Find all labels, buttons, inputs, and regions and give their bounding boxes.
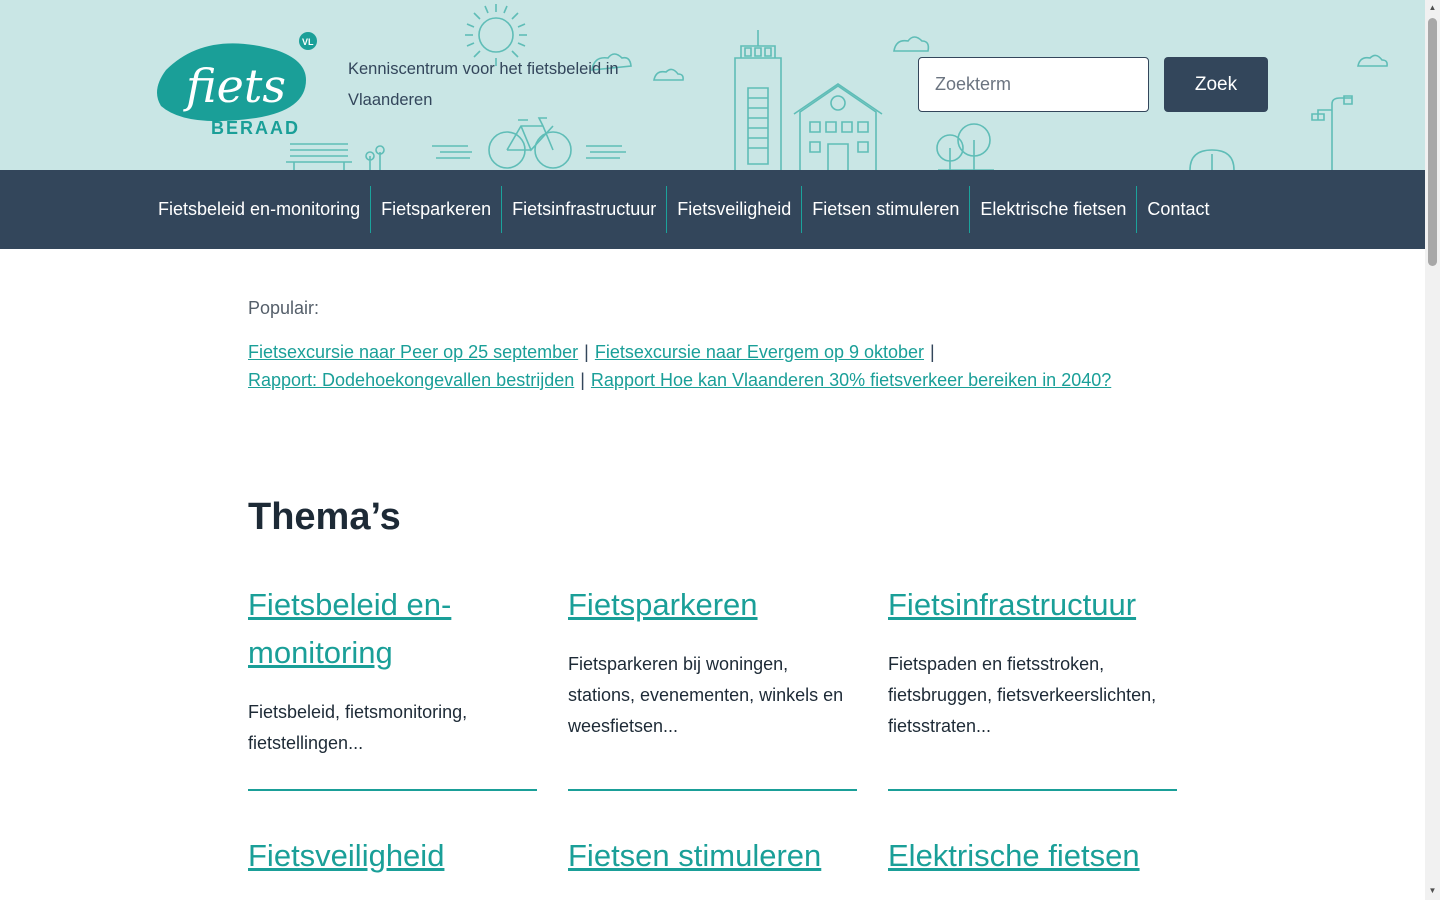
theme-card-title[interactable]: Fietsinfrastructuur — [888, 581, 1177, 629]
theme-card: Elektrische fietsen — [888, 832, 1177, 880]
theme-card-desc: Fietsparkeren bij woningen, stations, ev… — [568, 654, 844, 736]
theme-card: Fietsveiligheid — [248, 832, 537, 880]
divider — [248, 789, 537, 791]
svg-text:VL: VL — [302, 37, 314, 47]
page-scrollbar[interactable]: ▲ ▼ — [1425, 0, 1440, 900]
theme-card: Fietsbeleid en-monitoring Fietsbeleid, f… — [248, 581, 537, 759]
separator: | — [580, 370, 585, 390]
popular-link[interactable]: Fietsexcursie naar Evergem op 9 oktober — [595, 342, 924, 362]
popular-link[interactable]: Rapport Hoe kan Vlaanderen 30% fietsverk… — [591, 370, 1111, 390]
tree-icon — [936, 123, 994, 170]
fietsberaad-logo[interactable]: fiets BERAAD VL — [156, 30, 321, 140]
nav-item-fietsveiligheid[interactable]: Fietsveiligheid — [666, 186, 801, 233]
separator: | — [584, 342, 589, 362]
theme-card-title[interactable]: Fietsbeleid en-monitoring — [248, 581, 537, 677]
townhall-icon — [793, 83, 883, 170]
nav-item-fietsparkeren[interactable]: Fietsparkeren — [370, 186, 501, 233]
nav-item-elektrische-fietsen[interactable]: Elektrische fietsen — [969, 186, 1136, 233]
search-input[interactable] — [918, 57, 1149, 112]
popular-label: Populair: — [248, 298, 320, 318]
nav-item-contact[interactable]: Contact — [1136, 186, 1219, 233]
theme-card-desc: Fietsbeleid, fietsmonitoring, fietstelli… — [248, 702, 468, 753]
theme-card: Fietsparkeren Fietsparkeren bij woningen… — [568, 581, 857, 742]
main-navigation: Fietsbeleid en-monitoring Fietsparkeren … — [0, 170, 1425, 249]
theme-card-title[interactable]: Fietsen stimuleren — [568, 832, 857, 880]
divider — [888, 789, 1177, 791]
nav-item-fietsinfrastructuur[interactable]: Fietsinfrastructuur — [501, 186, 666, 233]
nav-item-fietsen-stimuleren[interactable]: Fietsen stimuleren — [801, 186, 969, 233]
theme-card: Fietsen stimuleren — [568, 832, 857, 880]
scrollbar-thumb[interactable] — [1428, 18, 1437, 266]
svg-text:BERAAD: BERAAD — [211, 118, 300, 138]
theme-card-title[interactable]: Elektrische fietsen — [888, 832, 1177, 880]
popular-links: Fietsexcursie naar Peer op 25 september |… — [248, 338, 1188, 394]
popular-link[interactable]: Rapport: Dodehoekongevallen bestrijden — [248, 370, 574, 390]
scroll-up-icon[interactable]: ▲ — [1428, 3, 1437, 12]
building-icon — [734, 30, 782, 170]
nav-item-fietsbeleid[interactable]: Fietsbeleid en-monitoring — [148, 186, 370, 233]
scroll-down-icon[interactable]: ▼ — [1428, 886, 1437, 895]
site-header: fiets BERAAD VL Kenniscentrum voor het f… — [0, 0, 1425, 170]
search-button[interactable]: Zoek — [1164, 57, 1268, 112]
theme-card: Fietsinfrastructuur Fietspaden en fietss… — [888, 581, 1177, 742]
popular-link[interactable]: Fietsexcursie naar Peer op 25 september — [248, 342, 578, 362]
theme-card-title[interactable]: Fietsparkeren — [568, 581, 857, 629]
separator: | — [930, 342, 935, 362]
theme-card-title[interactable]: Fietsveiligheid — [248, 832, 537, 880]
divider — [568, 789, 857, 791]
themes-heading: Thema’s — [248, 496, 401, 538]
svg-text:fiets: fiets — [183, 59, 286, 113]
bicycle-icon — [488, 117, 572, 169]
theme-card-desc: Fietspaden en fietsstroken, fietsbruggen… — [888, 654, 1157, 736]
site-tagline: Kenniscentrum voor het fietsbeleid in Vl… — [348, 60, 619, 109]
